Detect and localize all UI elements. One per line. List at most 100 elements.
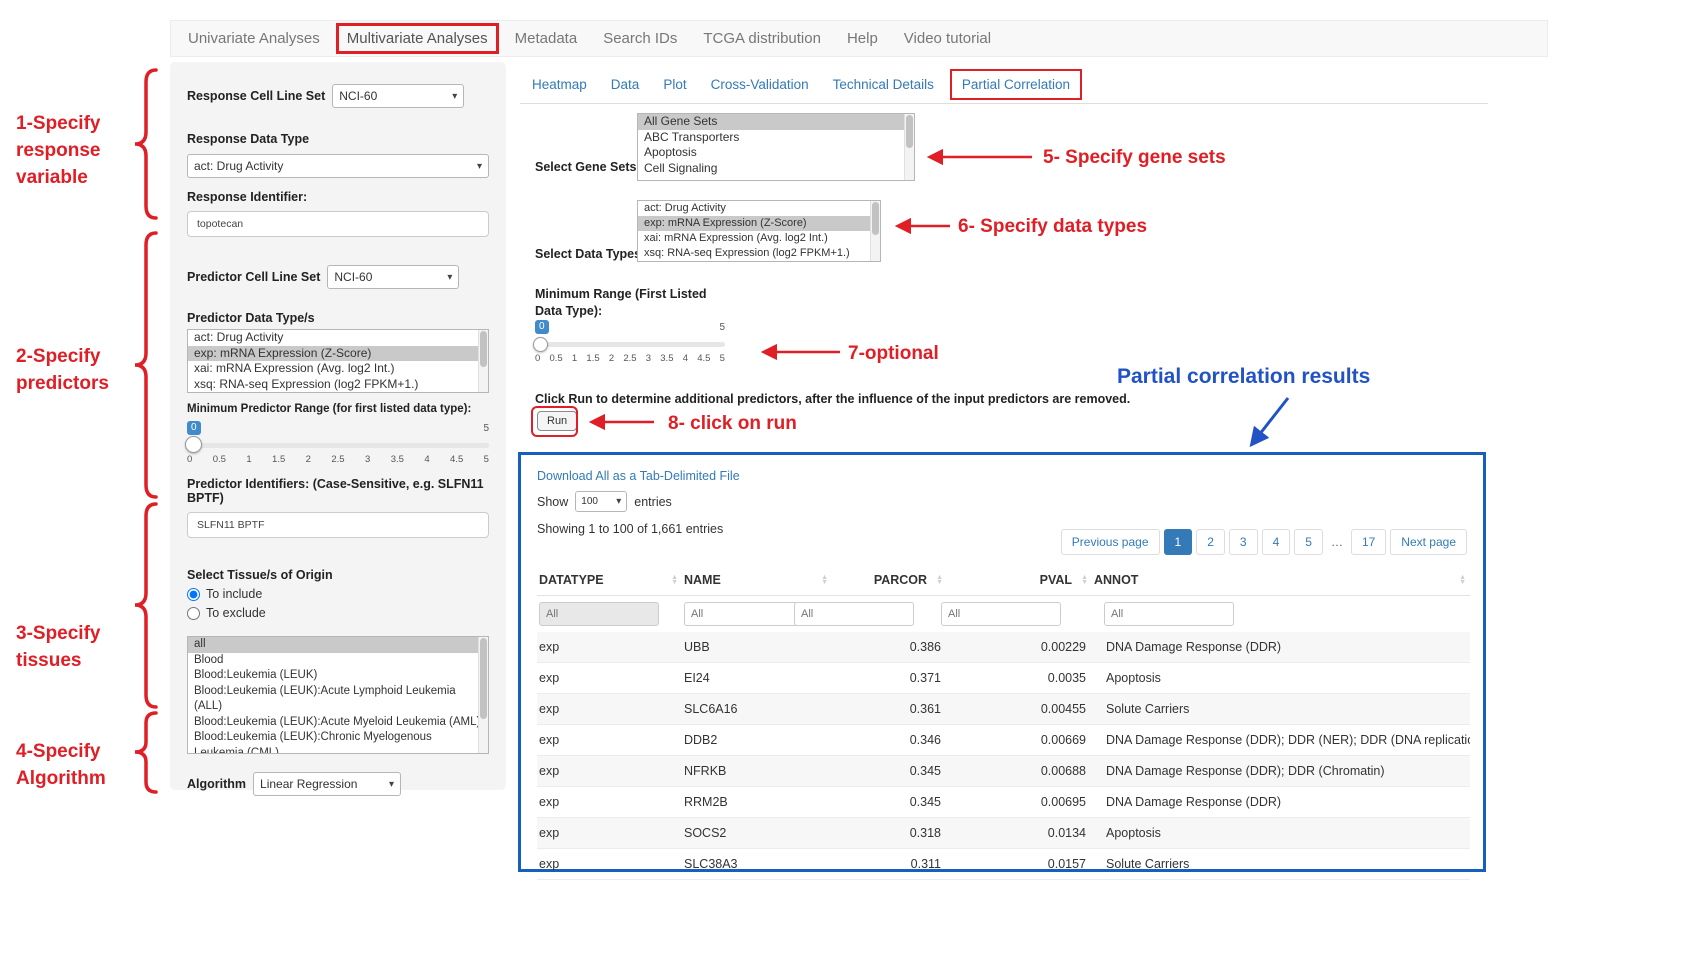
- scrollbar[interactable]: [870, 201, 880, 261]
- cell-parcor: 0.318: [832, 818, 947, 848]
- nav-item-video-tutorial[interactable]: Video tutorial: [891, 22, 1004, 55]
- list-option-selected[interactable]: exp: mRNA Expression (Z-Score): [188, 346, 488, 362]
- show-entries-row: Show 100 ▾ entries: [537, 491, 1467, 512]
- column-header-pval[interactable]: PVAL ▲▼: [947, 565, 1092, 595]
- column-header-parcor[interactable]: PARCOR ▲▼: [832, 565, 947, 595]
- annotation-step1: 1-Specify response variable: [16, 110, 120, 191]
- list-option[interactable]: xsq: RNA-seq Expression (log2 FPKM+1.): [638, 246, 880, 261]
- page-button-3[interactable]: 3: [1229, 529, 1258, 555]
- scrollbar[interactable]: [904, 114, 914, 180]
- tick-label: 4: [424, 454, 429, 465]
- results-table: DATATYPE ▲▼ NAME ▲▼ PARCOR ▲▼ PVAL ▲▼ AN…: [537, 565, 1470, 880]
- response-identifier-input[interactable]: [187, 211, 489, 237]
- filter-input-datatype[interactable]: [539, 602, 659, 626]
- predictor-data-types-label: Predictor Data Type/s: [187, 311, 489, 325]
- annotation-step3: 3-Specify tissues: [16, 620, 120, 674]
- slider-ticks: 0 0.5 1 1.5 2 2.5 3 3.5 4 4.5 5: [535, 353, 725, 364]
- nav-item-metadata[interactable]: Metadata: [502, 22, 591, 55]
- list-option[interactable]: xai: mRNA Expression (Avg. log2 Int.): [188, 361, 488, 377]
- cell-parcor: 0.371: [832, 663, 947, 693]
- slider-handle[interactable]: [533, 337, 548, 352]
- slider-value-badge: 0: [535, 320, 549, 334]
- tab-cross-validation[interactable]: Cross-Validation: [699, 68, 821, 101]
- nav-item-tcga-distribution[interactable]: TCGA distribution: [690, 22, 834, 55]
- tissue-exclude-radio[interactable]: [187, 607, 200, 620]
- algorithm-select[interactable]: Linear Regression ▾: [253, 772, 401, 796]
- scrollbar-thumb[interactable]: [480, 638, 487, 719]
- download-link[interactable]: Download All as a Tab-Delimited File: [537, 469, 740, 483]
- tab-partial-correlation[interactable]: Partial Correlation: [952, 71, 1080, 98]
- slider-handle[interactable]: [185, 436, 202, 453]
- filter-input-pval[interactable]: [941, 602, 1061, 626]
- predictor-identifiers-input[interactable]: [187, 512, 489, 538]
- column-header-datatype[interactable]: DATATYPE ▲▼: [537, 565, 682, 595]
- list-option[interactable]: Cell Signaling: [638, 161, 914, 177]
- tick-label: 0: [535, 353, 540, 364]
- previous-page-button[interactable]: Previous page: [1061, 529, 1160, 555]
- filter-input-annot[interactable]: [1104, 602, 1234, 626]
- column-header-label: PARCOR: [874, 573, 927, 587]
- table-row: exp NFRKB 0.345 0.00688 DNA Damage Respo…: [537, 756, 1470, 787]
- list-option[interactable]: Blood:Leukemia (LEUK):Chronic Myelogenou…: [188, 730, 488, 754]
- sort-icon: ▲▼: [671, 575, 678, 585]
- list-option-selected[interactable]: all: [188, 637, 488, 653]
- min-predictor-range-slider: 0 5 0 0.5 1 1.5 2 2.5 3 3.5 4 4.5 5: [187, 421, 489, 469]
- slider-track[interactable]: [187, 443, 489, 448]
- nav-item-help[interactable]: Help: [834, 22, 891, 55]
- scrollbar-thumb[interactable]: [872, 202, 879, 235]
- tick-label: 2: [609, 353, 614, 364]
- predictor-cell-line-set-select[interactable]: NCI-60 ▾: [327, 265, 459, 289]
- list-option[interactable]: Blood:Leukemia (LEUK):Acute Myeloid Leuk…: [188, 715, 488, 731]
- list-option[interactable]: Blood: [188, 653, 488, 669]
- list-option[interactable]: Blood:Leukemia (LEUK): [188, 668, 488, 684]
- response-cell-line-set-select[interactable]: NCI-60 ▾: [332, 84, 464, 108]
- nav-item-multivariate-analyses[interactable]: Multivariate Analyses: [347, 30, 488, 47]
- scrollbar[interactable]: [478, 330, 488, 392]
- tissue-include-radio[interactable]: [187, 588, 200, 601]
- page-button-1[interactable]: 1: [1164, 529, 1193, 555]
- scrollbar-thumb[interactable]: [906, 115, 913, 148]
- nav-item-search-ids[interactable]: Search IDs: [590, 22, 690, 55]
- list-option[interactable]: act: Drug Activity: [638, 201, 880, 216]
- tab-data[interactable]: Data: [599, 68, 652, 101]
- list-option[interactable]: ABC Transporters: [638, 130, 914, 146]
- tab-plot[interactable]: Plot: [651, 68, 698, 101]
- nav-item-univariate-analyses[interactable]: Univariate Analyses: [175, 22, 333, 55]
- list-option[interactable]: xai: mRNA Expression (Avg. log2 Int.): [638, 231, 880, 246]
- list-option-selected[interactable]: All Gene Sets: [638, 114, 914, 130]
- show-entries-select[interactable]: 100 ▾: [575, 491, 627, 512]
- tick-label: 2: [306, 454, 311, 465]
- cell-annot: Apoptosis: [1092, 663, 1470, 693]
- table-header-row: DATATYPE ▲▼ NAME ▲▼ PARCOR ▲▼ PVAL ▲▼ AN…: [537, 565, 1470, 596]
- filter-input-name[interactable]: [684, 602, 804, 626]
- next-page-button[interactable]: Next page: [1390, 529, 1467, 555]
- tab-heatmap[interactable]: Heatmap: [520, 68, 599, 101]
- column-header-name[interactable]: NAME ▲▼: [682, 565, 832, 595]
- tick-label: 1: [246, 454, 251, 465]
- response-data-type-select[interactable]: act: Drug Activity ▾: [187, 154, 489, 178]
- list-option[interactable]: Apoptosis: [638, 145, 914, 161]
- tab-technical-details[interactable]: Technical Details: [821, 68, 946, 101]
- filter-input-parcor[interactable]: [794, 602, 914, 626]
- page-button-2[interactable]: 2: [1196, 529, 1225, 555]
- list-option[interactable]: xsq: RNA-seq Expression (log2 FPKM+1.): [188, 377, 488, 393]
- page-button-17[interactable]: 17: [1351, 529, 1386, 555]
- tissue-origin-label: Select Tissue/s of Origin: [187, 568, 489, 582]
- data-types-label: Select Data Types: [535, 247, 641, 261]
- tick-label: 3.5: [391, 454, 404, 465]
- scrollbar[interactable]: [478, 637, 488, 753]
- page-button-5[interactable]: 5: [1294, 529, 1323, 555]
- cell-annot: Solute Carriers: [1092, 849, 1470, 879]
- column-header-annot[interactable]: ANNOT ▲▼: [1092, 565, 1470, 595]
- cell-name: SOCS2: [682, 818, 832, 848]
- table-row: exp EI24 0.371 0.0035 Apoptosis: [537, 663, 1470, 694]
- slider-track[interactable]: [535, 342, 725, 347]
- table-row: exp SOCS2 0.318 0.0134 Apoptosis: [537, 818, 1470, 849]
- list-option[interactable]: act: Drug Activity: [188, 330, 488, 346]
- page-button-4[interactable]: 4: [1262, 529, 1291, 555]
- list-option-selected[interactable]: exp: mRNA Expression (Z-Score): [638, 216, 880, 231]
- table-row: exp RRM2B 0.345 0.00695 DNA Damage Respo…: [537, 787, 1470, 818]
- cell-annot: DNA Damage Response (DDR); DDR (Chromati…: [1092, 756, 1470, 786]
- list-option[interactable]: Blood:Leukemia (LEUK):Acute Lymphoid Leu…: [188, 684, 488, 715]
- scrollbar-thumb[interactable]: [480, 331, 487, 367]
